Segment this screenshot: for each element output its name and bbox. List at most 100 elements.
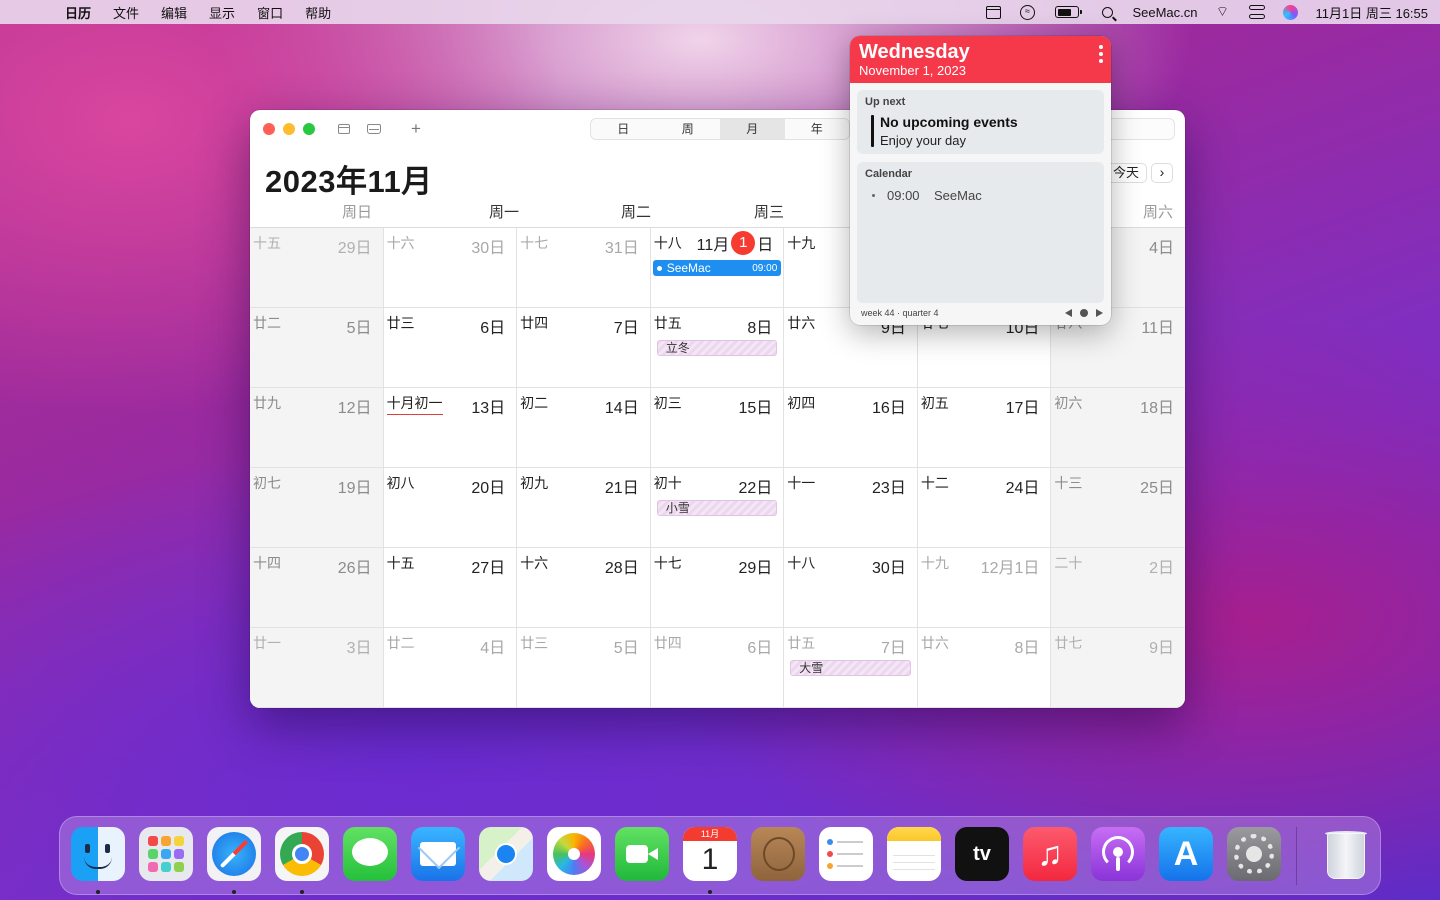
menu-help[interactable]: 帮助	[294, 3, 342, 22]
more-options-icon[interactable]	[1099, 45, 1103, 63]
day-cell[interactable]: 二十 2日	[1051, 548, 1185, 628]
day-cell[interactable]: 廿五 8日 立冬	[650, 308, 785, 388]
day-number: 28日	[604, 560, 639, 577]
site-label[interactable]: SeeMac.cn	[1132, 5, 1197, 20]
view-day-tab[interactable]: 日	[591, 119, 656, 139]
window-minimize-button[interactable]	[283, 123, 295, 135]
tv-icon[interactable]: tv	[955, 827, 1009, 881]
launchpad-icon[interactable]	[139, 827, 193, 881]
day-cell[interactable]: 十一 23日	[784, 468, 918, 548]
day-number: 27日	[471, 560, 506, 577]
calendar-event[interactable]: SeeMac 09:00	[652, 260, 782, 276]
day-cell[interactable]: 十月初一 13日	[383, 388, 518, 468]
day-cell[interactable]: 十三 25日	[1051, 468, 1185, 548]
chrome-icon[interactable]	[275, 827, 329, 881]
day-cell[interactable]: 初二 14日	[517, 388, 651, 468]
wifi-icon[interactable]: ⌔	[1214, 3, 1232, 20]
calendar-icon[interactable]: 11月 1	[683, 827, 737, 881]
calendar-list-icon[interactable]	[335, 120, 353, 138]
day-cell[interactable]: 廿七 9日	[1051, 628, 1185, 708]
day-cell[interactable]: 十五 29日	[250, 228, 384, 308]
day-cell[interactable]: 初九 21日	[517, 468, 651, 548]
dock-separator	[1296, 827, 1297, 885]
day-cell[interactable]: 十二 24日	[917, 468, 1052, 548]
day-cell[interactable]: 十八 11月 1 日 SeeMac 09:00	[650, 228, 785, 308]
day-cell[interactable]: 廿六 8日	[917, 628, 1052, 708]
podcasts-icon[interactable]	[1091, 827, 1145, 881]
trash-icon[interactable]	[1318, 827, 1372, 881]
day-cell[interactable]: 十六 28日	[517, 548, 651, 628]
menu-calendar[interactable]: 日历	[54, 3, 102, 22]
day-cell[interactable]: 十六 30日	[383, 228, 518, 308]
maps-icon[interactable]	[479, 827, 533, 881]
search-input[interactable]	[1105, 118, 1175, 140]
day-cell[interactable]: 初五 17日	[917, 388, 1052, 468]
menu-edit[interactable]: 编辑	[150, 3, 198, 22]
solar-term-event[interactable]: 立冬	[656, 340, 778, 356]
week-quarter-label: week 44 · quarter 4	[861, 308, 939, 318]
popover-event-row[interactable]: 09:00 SeeMac	[865, 188, 982, 203]
day-cell[interactable]: 廿二 4日	[383, 628, 518, 708]
view-week-tab[interactable]: 周	[656, 119, 721, 139]
view-year-tab[interactable]: 年	[785, 119, 850, 139]
day-cell[interactable]: 初六 18日	[1051, 388, 1185, 468]
view-month-tab[interactable]: 月	[720, 119, 785, 139]
inbox-icon[interactable]	[365, 120, 383, 138]
day-number: 24日	[1005, 480, 1040, 497]
safari-icon[interactable]	[207, 827, 261, 881]
day-cell[interactable]: 廿九 12日	[250, 388, 384, 468]
day-cell[interactable]: 廿三 5日	[517, 628, 651, 708]
day-cell[interactable]: 十七 29日	[650, 548, 785, 628]
ai-menu-icon[interactable]: ≈	[1018, 4, 1036, 20]
music-icon[interactable]: ♫	[1023, 827, 1077, 881]
today-dot-icon[interactable]	[1080, 309, 1088, 317]
day-cell[interactable]: 十八 30日	[784, 548, 918, 628]
reminders-icon[interactable]	[819, 827, 873, 881]
menubar-clock[interactable]: 11月1日 周三 16:55	[1316, 3, 1428, 22]
calendar-menu-icon[interactable]	[984, 4, 1002, 20]
day-number: 6日	[747, 640, 773, 657]
day-cell[interactable]: 廿四 7日	[517, 308, 651, 388]
control-center-icon[interactable]	[1248, 4, 1266, 20]
menu-window[interactable]: 窗口	[246, 3, 294, 22]
solar-term-event[interactable]: 大雪	[790, 660, 911, 676]
day-cell[interactable]: 初三 15日	[650, 388, 785, 468]
day-cell[interactable]: 廿四 6日	[650, 628, 785, 708]
today-button[interactable]: 今天	[1105, 163, 1147, 183]
day-cell[interactable]: 十四 26日	[250, 548, 384, 628]
finder-icon[interactable]	[71, 827, 125, 881]
day-cell[interactable]: 十九 12月1日	[917, 548, 1052, 628]
solar-term-event[interactable]: 小雪	[656, 500, 778, 516]
facetime-icon[interactable]	[615, 827, 669, 881]
siri-icon[interactable]	[1282, 4, 1300, 20]
popover-event-title: SeeMac	[934, 188, 982, 203]
window-zoom-button[interactable]	[303, 123, 315, 135]
settings-icon[interactable]	[1227, 827, 1281, 881]
contacts-icon[interactable]	[751, 827, 805, 881]
notes-icon[interactable]	[887, 827, 941, 881]
day-cell[interactable]: 十五 27日	[383, 548, 518, 628]
previous-arrow-icon[interactable]	[1065, 309, 1072, 317]
day-cell[interactable]: 廿二 5日	[250, 308, 384, 388]
appstore-icon[interactable]: A	[1159, 827, 1213, 881]
day-cell[interactable]: 廿一 3日	[250, 628, 384, 708]
messages-icon[interactable]	[343, 827, 397, 881]
next-month-button[interactable]: ›	[1151, 163, 1173, 183]
battery-icon[interactable]	[1052, 4, 1083, 20]
menu-file[interactable]: 文件	[102, 3, 150, 22]
day-cell[interactable]: 初四 16日	[784, 388, 918, 468]
window-close-button[interactable]	[263, 123, 275, 135]
day-cell[interactable]: 十七 31日	[517, 228, 651, 308]
photos-icon[interactable]	[547, 827, 601, 881]
day-cell[interactable]: 初八 20日	[383, 468, 518, 548]
day-cell[interactable]: 初十 22日 小雪	[650, 468, 785, 548]
day-cell[interactable]: 廿三 6日	[383, 308, 518, 388]
mail-icon[interactable]	[411, 827, 465, 881]
day-cell[interactable]: 初七 19日	[250, 468, 384, 548]
lunar-date: 十三	[1054, 475, 1083, 491]
menu-view[interactable]: 显示	[198, 3, 246, 22]
spotlight-search-icon[interactable]	[1098, 4, 1116, 20]
add-event-button[interactable]: +	[407, 120, 425, 138]
day-cell[interactable]: 廿五 7日 大雪	[784, 628, 918, 708]
next-arrow-icon[interactable]	[1096, 309, 1103, 317]
